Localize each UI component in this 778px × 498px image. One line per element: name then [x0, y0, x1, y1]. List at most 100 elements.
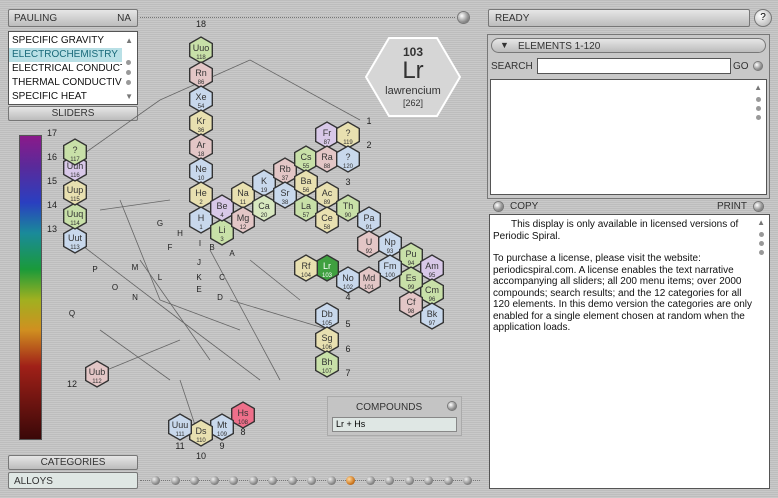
compounds-knob[interactable] [448, 402, 456, 410]
element-symbol-text: ? [345, 152, 350, 162]
element-cell-106[interactable]: Sg 106 [315, 326, 339, 354]
scroll-dot [756, 115, 761, 120]
element-symbol-text: Xe [195, 92, 206, 102]
spiral-connector [99, 329, 171, 381]
element-cell-117[interactable]: ? 117 [63, 138, 88, 166]
element-symbol-text: Ac [322, 188, 333, 198]
element-cell-99[interactable]: Es 99 [399, 266, 423, 294]
element-cell-12[interactable]: Mg 12 [230, 206, 256, 234]
element-cell-18[interactable]: Ar 18 [188, 133, 214, 161]
element-cell-20[interactable]: Ca 20 [251, 194, 276, 222]
compounds-field[interactable]: Lr + Hs [332, 417, 457, 432]
subgroup-label: H [177, 229, 183, 238]
element-cell-89[interactable]: Ac 89 [315, 181, 339, 209]
element-number-text: 120 [343, 164, 354, 170]
element-cell-97[interactable]: Bk 97 [420, 302, 444, 330]
element-number-text: 12 [240, 225, 247, 231]
element-cell-56[interactable]: Ba 56 [294, 169, 318, 197]
element-cell-102[interactable]: No 102 [336, 266, 360, 294]
element-symbol-text: Ra [321, 152, 333, 162]
element-cell-10[interactable]: Ne 10 [188, 157, 214, 185]
spiral-connector [96, 339, 181, 375]
element-cell-115[interactable]: Uup 115 [63, 178, 88, 206]
element-cell-112[interactable]: Uub 112 [84, 360, 110, 388]
element-cell-113[interactable]: Uut 113 [63, 226, 88, 254]
element-cell-96[interactable]: Cm 96 [420, 278, 444, 306]
group-label: 2 [366, 140, 371, 150]
copy-knob[interactable] [494, 202, 503, 211]
scroll-dot [756, 97, 761, 102]
element-cell-104[interactable]: Rf 104 [294, 254, 318, 282]
element-number-text: 86 [198, 80, 205, 86]
narrative-paragraph-2: To purchase a license, please visit the … [493, 253, 753, 333]
element-symbol-text: Sg [321, 333, 332, 343]
element-cell-3[interactable]: Li3 [209, 218, 235, 246]
element-cell-11[interactable]: Na 11 [230, 181, 256, 209]
element-cell-109[interactable]: Mt 109 [209, 413, 235, 441]
element-cell-57[interactable]: La 57 [294, 194, 318, 222]
element-cell-92[interactable]: U 92 [357, 230, 381, 258]
element-cell-119[interactable]: ? 119 [336, 121, 360, 149]
element-cell-103[interactable]: Lr 103 [315, 254, 339, 282]
spiral-connector [159, 299, 241, 331]
element-cell-91[interactable]: Pa 91 [357, 206, 381, 234]
element-cell-111[interactable]: Uuu 111 [167, 413, 193, 441]
elements-dropdown[interactable]: ▼ ELEMENTS 1-120 [491, 38, 766, 53]
help-button[interactable]: ? [754, 9, 772, 27]
element-symbol-text: Fr [323, 128, 332, 138]
element-cell-19[interactable]: K 19 [251, 169, 276, 197]
element-cell-101[interactable]: Md 101 [357, 266, 381, 294]
element-cell-90[interactable]: Th 90 [336, 194, 360, 222]
element-symbol-text: U [366, 237, 373, 247]
elements-results[interactable]: ▲ [490, 79, 767, 195]
print-knob[interactable] [754, 202, 763, 211]
element-cell-95[interactable]: Am 95 [420, 254, 444, 282]
element-symbol-text: Cf [407, 297, 416, 307]
element-cell-118[interactable]: Uuo 118 [188, 36, 214, 64]
element-symbol-text: Be [216, 201, 227, 211]
element-cell-94[interactable]: Pu 94 [399, 242, 423, 270]
search-input[interactable] [537, 58, 731, 74]
element-cell-86[interactable]: Rn 86 [188, 61, 214, 89]
element-cell-1[interactable]: H1 [188, 206, 214, 234]
narrative-panel[interactable]: This display is only available in licens… [489, 214, 770, 489]
group-label: 5 [345, 319, 350, 329]
element-cell-38[interactable]: Sr 38 [273, 181, 297, 209]
element-cell-36[interactable]: Kr 36 [188, 109, 214, 137]
element-cell-37[interactable]: Rb 37 [273, 157, 297, 185]
element-cell-87[interactable]: Fr 87 [315, 121, 339, 149]
element-cell-54[interactable]: Xe 54 [188, 85, 214, 113]
element-cell-4[interactable]: Be4 [209, 194, 235, 222]
element-number-text: 91 [366, 225, 373, 231]
element-cell-93[interactable]: Np 93 [378, 230, 402, 258]
group-label: 15 [47, 176, 57, 186]
element-number-text: 56 [303, 188, 310, 194]
element-card: 103 Lr lawrencium [262] [365, 37, 461, 117]
scroll-dot [759, 250, 764, 255]
print-button[interactable]: PRINT [717, 201, 747, 212]
group-label: 13 [47, 224, 57, 234]
element-cell-114[interactable]: Uuq 114 [63, 202, 88, 230]
element-number-text: 99 [408, 285, 415, 291]
spiral-connector [249, 259, 301, 301]
spiral-connector [249, 59, 361, 121]
element-number-text: 98 [408, 309, 415, 315]
element-cell-120[interactable]: ? 120 [336, 145, 360, 173]
element-number-text: 38 [282, 200, 289, 206]
scroll-up-icon[interactable]: ▲ [754, 83, 762, 92]
go-knob[interactable] [754, 62, 762, 70]
element-cell-105[interactable]: Db 105 [315, 302, 339, 330]
copy-button[interactable]: COPY [510, 201, 538, 212]
element-cell-100[interactable]: Fm 100 [378, 254, 402, 282]
element-cell-2[interactable]: He2 [188, 181, 214, 209]
element-cell-107[interactable]: Bh 107 [315, 350, 339, 378]
subgroup-label: A [229, 249, 235, 258]
go-label[interactable]: GO [733, 61, 749, 72]
element-cell-88[interactable]: Ra 88 [315, 145, 339, 173]
element-cell-110[interactable]: Ds 110 [188, 419, 214, 447]
element-cell-55[interactable]: Cs 55 [294, 145, 318, 173]
element-cell-58[interactable]: Ce 58 [315, 206, 339, 234]
scroll-up-icon[interactable]: ▲ [757, 218, 765, 227]
element-cell-108[interactable]: Hs 108 [230, 401, 256, 429]
element-cell-98[interactable]: Cf 98 [399, 290, 423, 318]
